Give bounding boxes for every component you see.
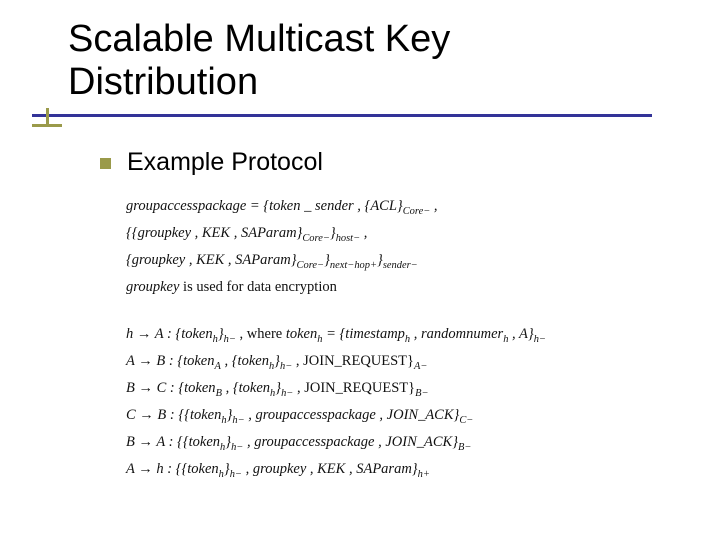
s1c: , where — [236, 326, 286, 342]
title-underline — [32, 114, 652, 117]
f4a: groupkey — [126, 279, 179, 295]
s5bs: h− — [231, 442, 243, 453]
s1a: h → A : {token — [126, 326, 213, 342]
formula-line-4: groupkey is used for data encryption — [126, 276, 660, 298]
formula-block: groupaccesspackage = {token _ sender , {… — [126, 195, 660, 484]
s2b: , {token — [221, 353, 269, 369]
s6c: , groupkey , KEK , SAParam} — [242, 461, 418, 477]
bullet-square-icon — [100, 158, 111, 169]
slide-body: Example Protocol groupaccesspackage = {t… — [100, 148, 660, 486]
f2bs: host− — [336, 233, 360, 244]
f1a: groupaccesspackage = {token _ sender , {… — [126, 198, 403, 214]
s2d: , JOIN_REQUEST} — [292, 353, 414, 369]
s3d: , JOIN_REQUEST} — [293, 380, 415, 396]
f3cs: sender− — [383, 260, 418, 271]
s4cs: C− — [459, 415, 473, 426]
s3cs: h− — [281, 388, 293, 399]
f2a: {{groupkey , KEK , SAParam} — [126, 225, 302, 241]
s2a: A → B : {token — [126, 353, 214, 369]
slide-title: Scalable Multicast Key Distribution — [68, 18, 720, 103]
title-decor-horizontal — [32, 124, 62, 127]
formula-step-5: B → A : {{tokenh}h− , groupaccesspackage… — [126, 431, 660, 456]
s5c: , groupaccesspackage , JOIN_ACK} — [243, 434, 458, 450]
s6cs: h+ — [418, 469, 430, 480]
title-line-1: Scalable Multicast Key — [68, 18, 450, 60]
s4c: , groupaccesspackage , JOIN_ACK} — [245, 407, 460, 423]
s1d: token — [286, 326, 317, 342]
s1e: = {timestamp — [322, 326, 404, 342]
f1s: Core− — [403, 206, 431, 217]
formula-line-3: {groupkey , KEK , SAParam}Core−}next−hop… — [126, 249, 660, 274]
s1bs: h− — [224, 334, 236, 345]
title-block: Scalable Multicast Key Distribution — [0, 0, 720, 103]
f3bs: next−hop+ — [330, 260, 377, 271]
s4bs: h− — [232, 415, 244, 426]
formula-step-4: C → B : {{tokenh}h− , groupaccesspackage… — [126, 404, 660, 429]
s6bs: h− — [230, 469, 242, 480]
s1f: , randomnumer — [410, 326, 503, 342]
s4a: C → B : {{token — [126, 407, 221, 423]
formula-step-3: B → C : {tokenB , {tokenh}h− , JOIN_REQU… — [126, 377, 660, 402]
f2as: Core− — [302, 233, 330, 244]
s1gs: h− — [534, 334, 546, 345]
s2ds: A− — [414, 361, 427, 372]
f3a: {groupkey , KEK , SAParam} — [126, 252, 297, 268]
bullet-label: Example Protocol — [127, 148, 323, 177]
s3ds: B− — [415, 388, 428, 399]
slide: Scalable Multicast Key Distribution Exam… — [0, 0, 720, 540]
s5cs: B− — [458, 442, 471, 453]
s1g: , A} — [508, 326, 533, 342]
f1t: , — [430, 198, 437, 214]
formula-line-2: {{groupkey , KEK , SAParam}Core−}host− , — [126, 222, 660, 247]
s6a: A → h : {{token — [126, 461, 219, 477]
formula-step-6: A → h : {{tokenh}h− , groupkey , KEK , S… — [126, 458, 660, 483]
title-line-2: Distribution — [68, 61, 258, 103]
f3as: Core− — [297, 260, 325, 271]
formula-line-1: groupaccesspackage = {token _ sender , {… — [126, 195, 660, 220]
s3b: , {token — [222, 380, 270, 396]
f4b: is used for data encryption — [179, 279, 336, 295]
formula-step-1: h → A : {tokenh}h− , where tokenh = {tim… — [126, 323, 660, 348]
f2t: , — [360, 225, 367, 241]
s5a: B → A : {{token — [126, 434, 220, 450]
s3a: B → C : {token — [126, 380, 216, 396]
bullet-item: Example Protocol — [100, 148, 660, 177]
formula-step-2: A → B : {tokenA , {tokenh}h− , JOIN_REQU… — [126, 350, 660, 375]
s2cs: h− — [280, 361, 292, 372]
